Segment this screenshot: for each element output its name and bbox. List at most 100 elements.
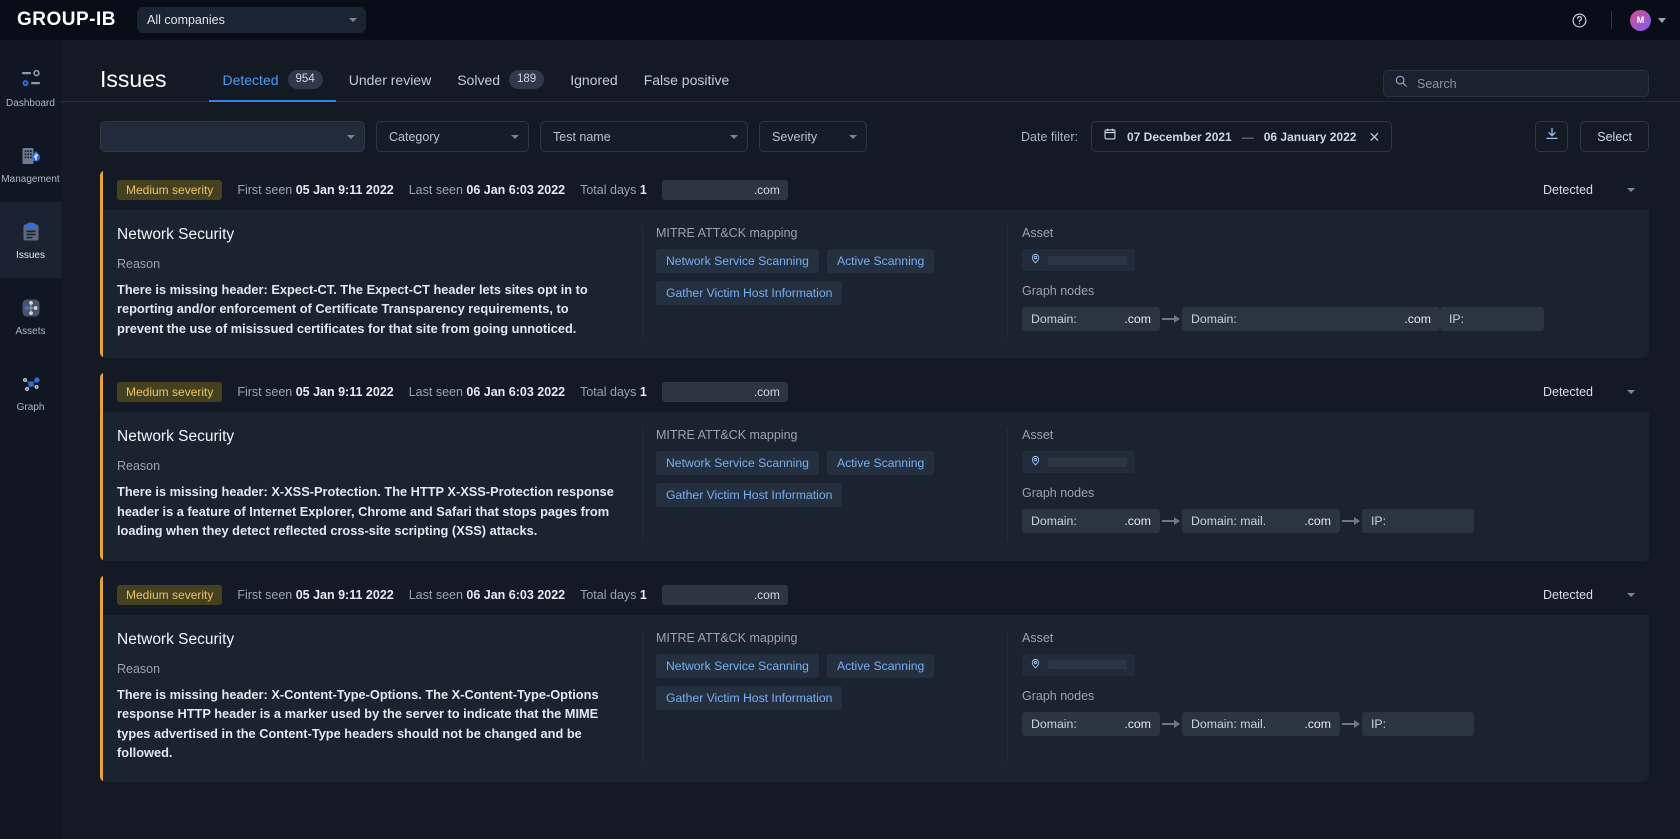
issue-detail-column: Network Security Reason There is missing…	[103, 226, 643, 338]
download-button[interactable]	[1535, 121, 1568, 152]
asset-column: Asset Graph nodes Domain:	[1008, 428, 1649, 540]
tab-detected[interactable]: Detected 954	[209, 70, 335, 102]
header-divider	[1611, 11, 1612, 29]
domain-chip[interactable]: .com	[662, 585, 788, 605]
issue-card[interactable]: Medium severity First seen 05 Jan 9:11 2…	[100, 170, 1649, 358]
issue-status: Detected	[1543, 183, 1593, 197]
asset-value[interactable]	[1022, 654, 1135, 676]
mitre-label: MITRE ATT&CK mapping	[656, 631, 987, 645]
sidebar-item-issues[interactable]: Issues	[0, 202, 61, 278]
help-circle-icon[interactable]	[1565, 6, 1593, 34]
chevron-down-icon	[511, 135, 519, 139]
avatar[interactable]: M	[1630, 10, 1651, 31]
mitre-chip[interactable]: Network Service Scanning	[656, 451, 819, 475]
asset-column: Asset Graph nodes Domain:	[1008, 226, 1649, 338]
tab-ignored[interactable]: Ignored	[557, 70, 630, 102]
filter-actions: Select	[1535, 121, 1649, 152]
close-icon[interactable]: ✕	[1368, 130, 1380, 144]
asset-value[interactable]	[1022, 451, 1135, 473]
sidebar-item-management[interactable]: Management	[0, 126, 61, 202]
graph-nodes-label: Graph nodes	[1022, 486, 1631, 500]
graph-node[interactable]: IP:	[1362, 712, 1474, 736]
domain-chip[interactable]: .com	[662, 180, 788, 200]
reason-label: Reason	[117, 459, 617, 473]
graph-node[interactable]: Domain: mail. .com	[1182, 509, 1340, 533]
graph-node[interactable]: Domain: .com	[1022, 509, 1160, 533]
location-pin-icon	[1030, 656, 1041, 674]
page-title: Issues	[100, 68, 166, 101]
graph-node-prefix: IP:	[1449, 312, 1464, 326]
filter-test-name-label: Test name	[553, 130, 611, 144]
mitre-chip[interactable]: Active Scanning	[827, 654, 934, 678]
issue-card-body: Network Security Reason There is missing…	[103, 412, 1649, 560]
asset-label: Asset	[1022, 428, 1631, 442]
main-content: Issues Detected 954 Under review Solved …	[61, 40, 1680, 839]
location-pin-icon	[1030, 453, 1041, 471]
graph-node[interactable]: Domain: .com	[1022, 307, 1160, 331]
date-filter-control[interactable]: 07 December 2021 — 06 January 2022 ✕	[1091, 121, 1392, 152]
total-days: Total days 1	[580, 183, 647, 197]
graph-node[interactable]: Domain: .com	[1182, 307, 1440, 331]
mitre-chip[interactable]: Active Scanning	[827, 451, 934, 475]
graph-node-suffix: .com	[1404, 312, 1431, 326]
clipboard-icon	[18, 219, 44, 245]
chevron-down-icon[interactable]	[1627, 593, 1635, 597]
graph-node-list: Domain: .com Domain: mail. .com IP:	[1022, 712, 1631, 742]
graph-node[interactable]: Domain: .com	[1022, 712, 1160, 736]
select-button[interactable]: Select	[1580, 121, 1649, 152]
tab-solved[interactable]: Solved 189	[444, 70, 557, 102]
tab-under-review[interactable]: Under review	[336, 70, 444, 102]
mitre-chip[interactable]: Network Service Scanning	[656, 654, 819, 678]
issue-card[interactable]: Medium severity First seen 05 Jan 9:11 2…	[100, 372, 1649, 560]
graph-node[interactable]: IP:	[1362, 509, 1474, 533]
graph-node[interactable]: Domain: mail. .com	[1182, 712, 1340, 736]
asset-value[interactable]	[1022, 249, 1135, 271]
mitre-chip[interactable]: Active Scanning	[827, 249, 934, 273]
tab-false-positive[interactable]: False positive	[631, 70, 743, 102]
search-input[interactable]	[1417, 77, 1638, 91]
mitre-chip[interactable]: Gather Victim Host Information	[656, 686, 842, 710]
total-days: Total days 1	[580, 588, 647, 602]
chevron-down-icon	[849, 135, 857, 139]
filter-category[interactable]: Category	[376, 121, 529, 152]
filter-test-name[interactable]: Test name	[540, 121, 748, 152]
issue-list: Medium severity First seen 05 Jan 9:11 2…	[61, 152, 1680, 782]
search-box[interactable]	[1383, 70, 1649, 97]
issue-status-group: Detected	[1543, 183, 1635, 197]
sidebar-item-label: Assets	[15, 327, 45, 337]
chevron-down-icon[interactable]	[1658, 18, 1666, 23]
mitre-chip[interactable]: Gather Victim Host Information	[656, 281, 842, 305]
filter-severity[interactable]: Severity	[759, 121, 867, 152]
filter-bar: Category Test name Severity Date filter:	[61, 102, 1680, 152]
sidebar-item-assets[interactable]: Assets	[0, 278, 61, 354]
issue-status: Detected	[1543, 385, 1593, 399]
graph-node-row: IP:	[1440, 307, 1544, 331]
mitre-chip[interactable]: Gather Victim Host Information	[656, 483, 842, 507]
company-selector[interactable]: All companies	[137, 7, 366, 33]
date-from: 07 December 2021	[1127, 130, 1232, 144]
app-shell: Dashboard Management	[0, 40, 1680, 839]
download-icon	[1544, 126, 1560, 147]
filter-blank-select[interactable]	[100, 121, 365, 152]
mitre-chip[interactable]: Network Service Scanning	[656, 249, 819, 273]
reason-text: There is missing header: X-XSS-Protectio…	[117, 482, 617, 540]
graph-nodes-label: Graph nodes	[1022, 689, 1631, 703]
issue-status: Detected	[1543, 588, 1593, 602]
sidebar-item-label: Dashboard	[6, 99, 55, 109]
issue-card[interactable]: Medium severity First seen 05 Jan 9:11 2…	[100, 575, 1649, 783]
last-seen: Last seen 06 Jan 6:03 2022	[409, 385, 565, 399]
mitre-column: MITRE ATT&CK mapping Network Service Sca…	[643, 226, 1008, 338]
chevron-down-icon[interactable]	[1627, 390, 1635, 394]
sidebar-item-graph[interactable]: Graph	[0, 354, 61, 430]
domain-chip[interactable]: .com	[662, 382, 788, 402]
arrow-icon	[1160, 314, 1182, 324]
chevron-down-icon[interactable]	[1627, 188, 1635, 192]
reason-text: There is missing header: X-Content-Type-…	[117, 685, 617, 763]
graph-node[interactable]: IP:	[1440, 307, 1544, 331]
reason-label: Reason	[117, 662, 617, 676]
sidebar-item-dashboard[interactable]: Dashboard	[0, 50, 61, 126]
chevron-down-icon	[349, 18, 357, 22]
tab-label: Solved	[457, 72, 500, 88]
graph-node-row: Domain: .com Domain: mail. .com IP:	[1022, 712, 1474, 736]
chevron-down-icon	[347, 135, 355, 139]
